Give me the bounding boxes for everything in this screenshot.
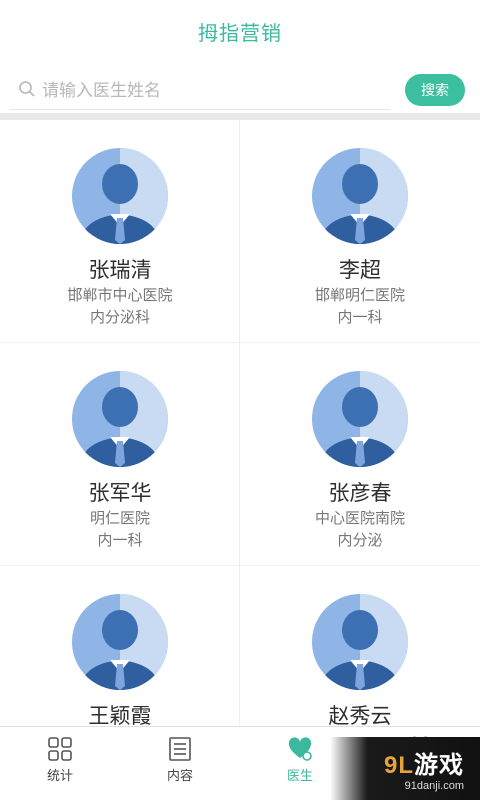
search-input[interactable]: 请输入医生姓名 [10,68,390,110]
watermark-site: 91danji.com [404,780,464,792]
tab-statistics[interactable]: 统计 [0,727,120,800]
watermark-brand-text: 游戏 [414,752,464,779]
tab-label: 内容 [166,768,193,783]
doctor-department: 内一科 [97,532,143,549]
avatar-icon [72,148,168,244]
watermark-brand: 9L游戏 [384,745,464,780]
document-icon [169,737,191,761]
doctor-department: 内分泌 [337,532,383,549]
doctor-name: 张彦春 [328,482,392,505]
avatar-icon [72,371,168,467]
doctor-icon [288,737,312,761]
search-button[interactable]: 搜索 [405,74,465,106]
doctor-hospital: 邯郸明仁医院 [314,287,405,304]
doctor-card[interactable]: 王颖霞 [0,566,240,726]
tab-content[interactable]: 内容 [120,727,240,800]
avatar-icon [72,594,168,690]
doctor-hospital: 中心医院南院 [314,510,405,527]
doctor-hospital: 明仁医院 [89,510,150,527]
avatar-icon [312,371,408,467]
doctor-card[interactable]: 张彦春 中心医院南院 内分泌 [240,343,480,566]
page-title: 拇指营销 [198,22,282,45]
site-watermark: 9L游戏 91danji.com [330,737,480,800]
app-header: 拇指营销 [0,0,480,62]
doctor-name: 张瑞清 [88,259,152,282]
search-icon [19,80,35,97]
search-placeholder: 请输入医生姓名 [42,81,161,100]
grid-icon [48,737,72,761]
doctor-name: 王颖霞 [88,705,152,726]
doctor-department: 内分泌科 [89,309,150,326]
doctor-card[interactable]: 张瑞清 邯郸市中心医院 内分泌科 [0,120,240,343]
doctor-grid: 张瑞清 邯郸市中心医院 内分泌科 李超 邯郸明仁医院 内一科 张军华 明仁医院 … [0,120,480,726]
doctor-name: 赵秀云 [328,705,392,726]
doctor-name: 李超 [339,259,381,282]
tab-label: 统计 [46,768,73,783]
doctor-card[interactable]: 李超 邯郸明仁医院 内一科 [240,120,480,343]
avatar-icon [312,148,408,244]
section-divider [0,113,480,120]
doctor-hospital: 邯郸市中心医院 [67,287,173,304]
watermark-brand-num: 9L [383,752,414,779]
avatar-icon [312,594,408,690]
doctor-department: 内一科 [337,309,383,326]
doctor-card[interactable]: 张军华 明仁医院 内一科 [0,343,240,566]
doctor-name: 张军华 [88,482,152,505]
doctor-card[interactable]: 赵秀云 [240,566,480,726]
